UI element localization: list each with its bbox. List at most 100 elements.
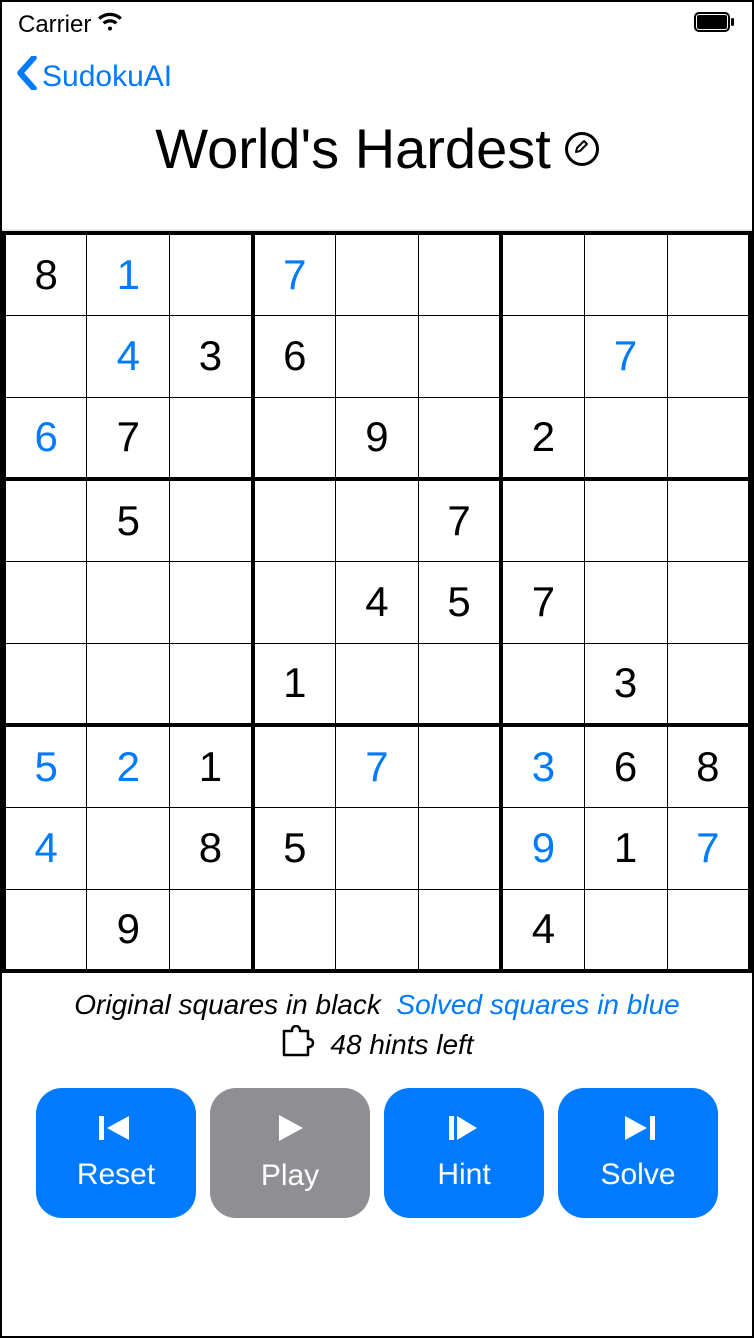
cell-5-4[interactable] <box>336 643 419 725</box>
cell-6-0[interactable]: 5 <box>4 725 87 807</box>
cell-1-6[interactable] <box>501 315 584 397</box>
cell-7-6[interactable]: 9 <box>501 807 584 889</box>
cell-8-3[interactable] <box>253 889 336 971</box>
cell-0-3[interactable]: 7 <box>253 233 336 315</box>
cell-6-3[interactable] <box>253 725 336 807</box>
cell-2-3[interactable] <box>253 397 336 479</box>
cell-2-4[interactable]: 9 <box>336 397 419 479</box>
cell-4-4[interactable]: 4 <box>336 561 419 643</box>
back-label: SudokuAI <box>42 60 172 94</box>
nav-bar: SudokuAI <box>2 42 752 102</box>
back-button[interactable]: SudokuAI <box>16 56 172 98</box>
cell-1-7[interactable]: 7 <box>584 315 667 397</box>
cell-3-7[interactable] <box>584 479 667 561</box>
cell-8-8[interactable] <box>667 889 750 971</box>
cell-8-2[interactable] <box>170 889 253 971</box>
cell-0-1[interactable]: 1 <box>87 233 170 315</box>
cell-7-5[interactable] <box>418 807 501 889</box>
cell-5-8[interactable] <box>667 643 750 725</box>
cell-0-2[interactable] <box>170 233 253 315</box>
cell-2-1[interactable]: 7 <box>87 397 170 479</box>
cell-6-5[interactable] <box>418 725 501 807</box>
cell-0-5[interactable] <box>418 233 501 315</box>
pencil-icon <box>574 138 590 159</box>
cell-6-8[interactable]: 8 <box>667 725 750 807</box>
cell-1-4[interactable] <box>336 315 419 397</box>
hint-button[interactable]: Hint <box>384 1088 544 1218</box>
cell-8-6[interactable]: 4 <box>501 889 584 971</box>
cell-2-7[interactable] <box>584 397 667 479</box>
cell-8-4[interactable] <box>336 889 419 971</box>
reset-button[interactable]: Reset <box>36 1088 196 1218</box>
cell-7-8[interactable]: 7 <box>667 807 750 889</box>
cell-5-6[interactable] <box>501 643 584 725</box>
cell-6-7[interactable]: 6 <box>584 725 667 807</box>
cell-6-1[interactable]: 2 <box>87 725 170 807</box>
cell-3-8[interactable] <box>667 479 750 561</box>
cell-7-0[interactable]: 4 <box>4 807 87 889</box>
cell-0-0[interactable]: 8 <box>4 233 87 315</box>
cell-7-4[interactable] <box>336 807 419 889</box>
cell-5-1[interactable] <box>87 643 170 725</box>
cell-4-1[interactable] <box>87 561 170 643</box>
cell-3-0[interactable] <box>4 479 87 561</box>
cell-0-7[interactable] <box>584 233 667 315</box>
chevron-left-icon <box>16 56 38 98</box>
cell-8-1[interactable]: 9 <box>87 889 170 971</box>
solve-label: Solve <box>600 1158 675 1192</box>
legend-solved: Solved squares in blue <box>396 989 679 1020</box>
cell-2-5[interactable] <box>418 397 501 479</box>
cell-5-7[interactable]: 3 <box>584 643 667 725</box>
cell-5-5[interactable] <box>418 643 501 725</box>
cell-7-3[interactable]: 5 <box>253 807 336 889</box>
cell-1-2[interactable]: 3 <box>170 315 253 397</box>
cell-4-3[interactable] <box>253 561 336 643</box>
cell-3-4[interactable] <box>336 479 419 561</box>
cell-6-2[interactable]: 1 <box>170 725 253 807</box>
cell-4-5[interactable]: 5 <box>418 561 501 643</box>
status-left: Carrier <box>18 11 123 39</box>
solve-button[interactable]: Solve <box>558 1088 718 1218</box>
cell-4-2[interactable] <box>170 561 253 643</box>
cell-8-0[interactable] <box>4 889 87 971</box>
hints-row: 48 hints left <box>2 1021 752 1064</box>
cell-0-8[interactable] <box>667 233 750 315</box>
edit-title-button[interactable] <box>565 132 599 166</box>
skip-back-icon <box>99 1114 133 1150</box>
cell-4-6[interactable]: 7 <box>501 561 584 643</box>
cell-7-7[interactable]: 1 <box>584 807 667 889</box>
cell-7-1[interactable] <box>87 807 170 889</box>
cell-4-8[interactable] <box>667 561 750 643</box>
cell-3-5[interactable]: 7 <box>418 479 501 561</box>
cell-1-8[interactable] <box>667 315 750 397</box>
cell-0-6[interactable] <box>501 233 584 315</box>
cell-0-4[interactable] <box>336 233 419 315</box>
cell-7-2[interactable]: 8 <box>170 807 253 889</box>
status-bar: Carrier <box>2 2 752 42</box>
cell-8-7[interactable] <box>584 889 667 971</box>
cell-3-1[interactable]: 5 <box>87 479 170 561</box>
cell-2-0[interactable]: 6 <box>4 397 87 479</box>
cell-1-5[interactable] <box>418 315 501 397</box>
cell-8-5[interactable] <box>418 889 501 971</box>
cell-5-0[interactable] <box>4 643 87 725</box>
cell-5-3[interactable]: 1 <box>253 643 336 725</box>
cell-1-0[interactable] <box>4 315 87 397</box>
cell-4-7[interactable] <box>584 561 667 643</box>
play-label: Play <box>261 1159 319 1193</box>
cell-3-2[interactable] <box>170 479 253 561</box>
cell-6-6[interactable]: 3 <box>501 725 584 807</box>
cell-6-4[interactable]: 7 <box>336 725 419 807</box>
cell-5-2[interactable] <box>170 643 253 725</box>
cell-1-3[interactable]: 6 <box>253 315 336 397</box>
play-button[interactable]: Play <box>210 1088 370 1218</box>
cell-2-8[interactable] <box>667 397 750 479</box>
cell-1-1[interactable]: 4 <box>87 315 170 397</box>
cell-4-0[interactable] <box>4 561 87 643</box>
cell-2-6[interactable]: 2 <box>501 397 584 479</box>
cell-3-3[interactable] <box>253 479 336 561</box>
cell-2-2[interactable] <box>170 397 253 479</box>
cell-3-6[interactable] <box>501 479 584 561</box>
hint-label: Hint <box>437 1158 490 1192</box>
carrier-label: Carrier <box>18 11 91 39</box>
